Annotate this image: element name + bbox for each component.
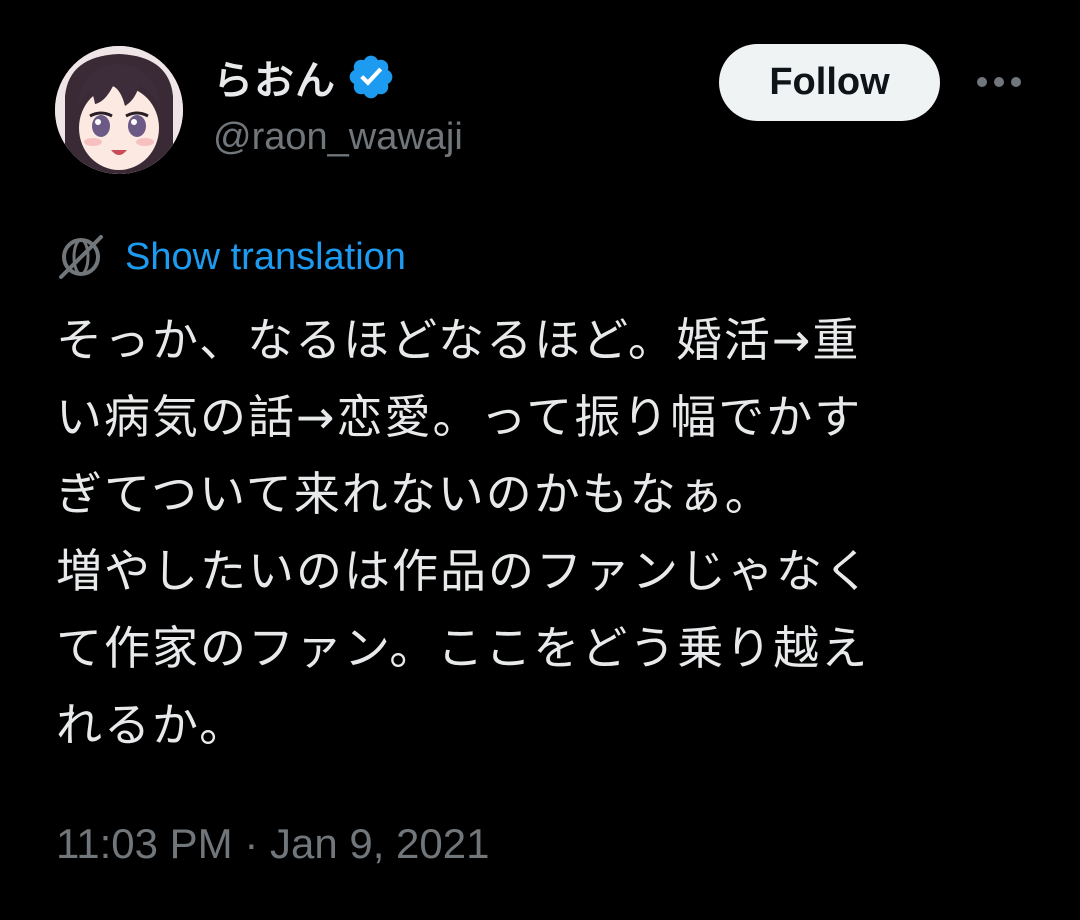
tweet-text-line: ぎてついて来れないのかもなぁ。 <box>56 467 773 521</box>
more-options-button[interactable] <box>968 58 1030 106</box>
tweet-timestamp[interactable]: 11:03 PM · Jan 9, 2021 <box>56 820 490 868</box>
tweet-text: そっか、なるほどなるほど。婚活→重 い病気の話→恋愛。って振り幅でかす ぎてつい… <box>56 302 1016 764</box>
display-name-row[interactable]: らおん <box>213 50 396 104</box>
more-horizontal-icon <box>977 77 1021 87</box>
anime-girl-avatar-icon <box>55 46 183 174</box>
tweet-text-line: れるか。 <box>56 698 248 752</box>
globe-icon <box>57 233 105 281</box>
show-translation-link[interactable]: Show translation <box>125 236 406 279</box>
show-translation[interactable]: Show translation <box>57 232 406 282</box>
avatar[interactable] <box>55 46 183 174</box>
tweet-text-line: そっか、なるほどなるほど。婚活→重 <box>56 313 861 367</box>
follow-button[interactable]: Follow <box>719 44 940 121</box>
tweet-text-line: い病気の話→恋愛。って振り幅でかす <box>56 390 863 444</box>
display-name[interactable]: らおん <box>213 48 336 106</box>
user-handle[interactable]: @raon_wawaji <box>213 116 463 159</box>
tweet-text-line: 増やしたいのは作品のファンじゃなく <box>56 544 872 598</box>
verified-badge-icon <box>346 52 396 102</box>
tweet-text-line: て作家のファン。ここをどう乗り越え <box>56 621 870 675</box>
tweet-card: らおん @raon_wawaji Follow Show translation <box>0 0 1080 920</box>
